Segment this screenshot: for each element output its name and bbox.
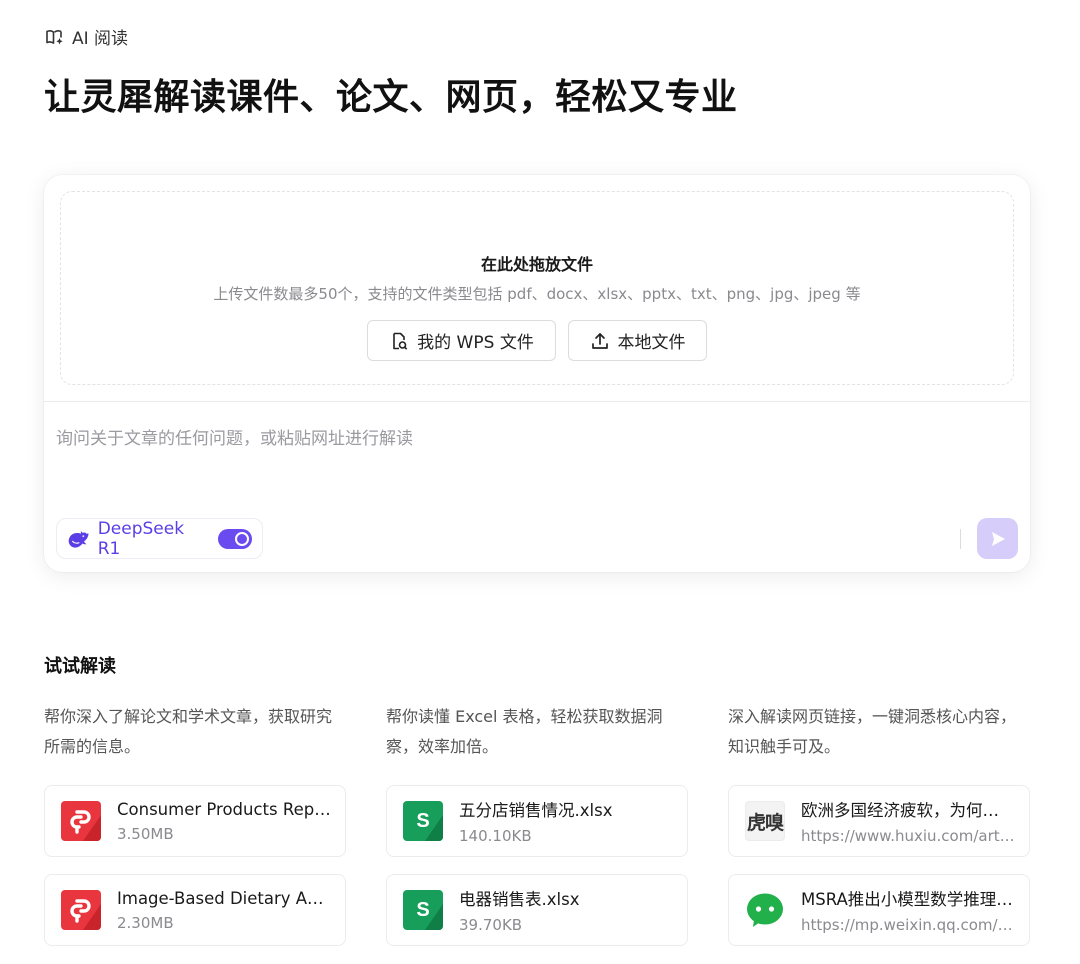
breadcrumb-label: AI 阅读 <box>72 29 129 49</box>
try-column-papers: 帮你深入了解论文和学术文章，获取研究所需的信息。 Consumer Produc… <box>44 702 346 946</box>
model-name: DeepSeek R1 <box>97 518 185 559</box>
card-divider <box>44 401 1030 402</box>
file-name: Consumer Products Report... <box>117 799 331 819</box>
file-size: 140.10KB <box>459 827 532 845</box>
book-ai-icon <box>46 29 63 44</box>
file-name: Image-Based Dietary Assessment... <box>117 888 331 908</box>
page-title: 让灵犀解读课件、论文、网页，轻松又专业 <box>44 77 738 118</box>
pdf-icon <box>61 890 101 930</box>
file-dropzone[interactable]: 在此处拖放文件 上传文件数最多50个，支持的文件类型包括 pdf、docx、xl… <box>60 191 1014 385</box>
sample-link-card[interactable]: 虎嗅 欧洲多国经济疲软，为何西班牙... https://www.huxiu.c… <box>728 785 1030 857</box>
try-column-excel: 帮你读懂 Excel 表格，轻松获取数据洞察，效率加倍。 S 五分店销售情况.x… <box>386 702 688 946</box>
file-name: 电器销售表.xlsx <box>459 890 580 909</box>
spreadsheet-icon: S <box>403 801 443 841</box>
question-input[interactable]: 询问关于文章的任何问题，或粘贴网址进行解读 <box>56 424 413 449</box>
upload-icon <box>591 332 608 349</box>
link-url: https://mp.weixin.qq.com/s/... <box>801 916 1015 934</box>
wps-files-button[interactable]: 我的 WPS 文件 <box>367 320 556 361</box>
column-description: 帮你读懂 Excel 表格，轻松获取数据洞察，效率加倍。 <box>386 707 663 756</box>
try-column-web: 深入解读网页链接，一键洞悉核心内容，知识触手可及。 虎嗅 欧洲多国经济疲软，为何… <box>728 702 1030 946</box>
pdf-icon <box>61 801 101 841</box>
spreadsheet-icon: S <box>403 890 443 930</box>
sample-link-card[interactable]: MSRA推出小模型数学推理新方法... https://mp.weixin.qq… <box>728 874 1030 946</box>
huxiu-logo-icon: 虎嗅 <box>745 801 785 841</box>
send-icon <box>991 531 1005 546</box>
dropzone-title: 在此处拖放文件 <box>480 255 593 274</box>
wps-file-icon <box>393 332 408 350</box>
file-name: 五分店销售情况.xlsx <box>459 801 613 820</box>
file-size: 2.30MB <box>117 913 174 932</box>
toolbar-separator <box>960 529 961 549</box>
local-file-label: 本地文件 <box>617 333 686 353</box>
reader-input-card: 在此处拖放文件 上传文件数最多50个，支持的文件类型包括 pdf、docx、xl… <box>44 175 1030 572</box>
local-file-button[interactable]: 本地文件 <box>568 320 707 361</box>
file-size: 39.70KB <box>459 916 523 934</box>
link-url: https://www.huxiu.com/article/... <box>801 827 1015 845</box>
deepseek-whale-icon <box>68 530 89 548</box>
file-size: 3.50MB <box>117 824 174 843</box>
sample-file-card[interactable]: Image-Based Dietary Assessment... 2.30MB <box>44 874 346 946</box>
model-selector[interactable]: DeepSeek R1 <box>56 518 263 559</box>
wechat-icon <box>745 890 785 930</box>
try-section-title: 试试解读 <box>44 656 116 677</box>
wps-files-label: 我的 WPS 文件 <box>417 333 534 353</box>
sample-file-card[interactable]: S 电器销售表.xlsx 39.70KB <box>386 874 688 946</box>
link-title: MSRA推出小模型数学推理新方法... <box>801 890 1015 909</box>
column-description: 帮你深入了解论文和学术文章，获取研究所需的信息。 <box>44 707 333 756</box>
link-title: 欧洲多国经济疲软，为何西班牙... <box>801 801 1015 820</box>
model-toggle[interactable] <box>217 528 252 549</box>
send-button[interactable] <box>977 518 1018 559</box>
sample-file-card[interactable]: S 五分店销售情况.xlsx 140.10KB <box>386 785 688 857</box>
dropzone-subtitle: 上传文件数最多50个，支持的文件类型包括 pdf、docx、xlsx、pptx、… <box>213 285 861 303</box>
column-description: 深入解读网页链接，一键洞悉核心内容，知识触手可及。 <box>728 707 1017 756</box>
sample-file-card[interactable]: Consumer Products Report... 3.50MB <box>44 785 346 857</box>
breadcrumb: AI 阅读 <box>44 24 128 49</box>
